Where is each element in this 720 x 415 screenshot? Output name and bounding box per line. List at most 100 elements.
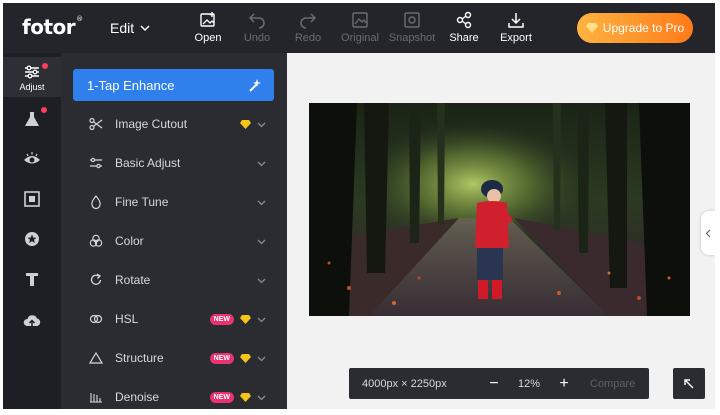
new-badge: NEW [209, 391, 234, 403]
redo-button[interactable]: Redo [283, 11, 333, 44]
one-tap-enhance-button[interactable]: 1-Tap Enhance [73, 69, 274, 101]
premium-diamond-icon [240, 314, 251, 324]
logo-text: fotor [22, 15, 76, 39]
eye-icon [24, 152, 40, 164]
chevron-down-icon [257, 395, 266, 400]
menu-item-structure[interactable]: Structure NEW [73, 339, 274, 377]
item-label: Basic Adjust [115, 156, 181, 170]
hsl-icon [89, 314, 103, 324]
tool-rail: Adjust [3, 53, 61, 409]
undo-label: Undo [243, 32, 271, 44]
notification-dot [42, 63, 48, 69]
diamond-icon [585, 23, 598, 33]
menu-item-image-cutout[interactable]: Image Cutout [73, 105, 274, 143]
edit-menu[interactable]: Edit [110, 20, 150, 36]
top-bar: fotor® Edit Open Undo Redo Original Snap… [3, 3, 715, 53]
undo-icon [248, 13, 265, 29]
rail-item-effects[interactable] [3, 99, 61, 139]
fit-to-screen-button[interactable] [673, 368, 705, 399]
undo-button[interactable]: Undo [232, 11, 282, 44]
upgrade-to-pro-button[interactable]: Upgrade to Pro [577, 13, 693, 43]
share-label: Share [449, 32, 479, 44]
share-button[interactable]: Share [439, 11, 489, 44]
rail-item-upload[interactable] [3, 301, 61, 341]
sticker-icon [25, 232, 39, 246]
editor-canvas: 4000px × 2250px − 12% + Compare [287, 53, 715, 409]
menu-item-denoise[interactable]: Denoise NEW [73, 378, 274, 409]
snapshot-label: Snapshot [388, 32, 436, 44]
item-meta: NEW [209, 391, 266, 403]
snapshot-button[interactable]: Snapshot [387, 11, 437, 44]
scissors-icon [89, 117, 103, 131]
premium-diamond-icon [240, 119, 251, 129]
new-badge: NEW [209, 352, 234, 364]
chevron-down-icon [257, 317, 266, 322]
item-label: Rotate [115, 273, 151, 287]
menu-item-fine-tune[interactable]: Fine Tune [73, 183, 274, 221]
share-icon [456, 11, 472, 29]
rail-item-stickers[interactable] [3, 219, 61, 259]
triangle-icon [89, 351, 103, 364]
chevron-down-icon [257, 200, 266, 205]
rail-item-frames[interactable] [3, 179, 61, 219]
item-meta [257, 198, 266, 207]
beaker-icon [25, 112, 39, 126]
color-circles-icon [89, 234, 103, 247]
item-meta: NEW [209, 313, 266, 325]
image-dimensions: 4000px × 2250px [362, 377, 447, 390]
redo-label: Redo [294, 32, 322, 44]
rail-item-adjust[interactable]: Adjust [3, 57, 61, 97]
zoom-bar: 4000px × 2250px − 12% + Compare [349, 368, 649, 399]
droplet-icon [91, 195, 101, 209]
chevron-down-icon [257, 278, 266, 283]
zoom-percentage: 12% [517, 377, 541, 390]
photo-image [309, 103, 690, 316]
sliders-icon [90, 157, 102, 169]
logo[interactable]: fotor® [22, 15, 83, 39]
menu-item-rotate[interactable]: Rotate [73, 261, 274, 299]
chevron-down-icon [257, 356, 266, 361]
chevron-left-icon [705, 229, 711, 237]
chevron-down-icon [257, 239, 266, 244]
magic-wand-icon [249, 79, 261, 92]
item-meta [240, 119, 266, 129]
rail-item-text[interactable] [3, 259, 61, 299]
menu-item-basic-adjust[interactable]: Basic Adjust [73, 144, 274, 182]
new-badge: NEW [209, 313, 234, 325]
item-label: Color [115, 234, 144, 248]
export-label: Export [500, 32, 532, 44]
zoom-out-button[interactable]: − [484, 375, 504, 393]
premium-diamond-icon [240, 392, 251, 402]
item-label: HSL [115, 312, 139, 326]
item-label: Structure [115, 351, 164, 365]
menu-item-color[interactable]: Color [73, 222, 274, 260]
item-meta [257, 276, 266, 285]
snapshot-icon [404, 12, 420, 28]
zoom-in-button[interactable]: + [554, 375, 574, 393]
rail-item-beauty[interactable] [3, 139, 61, 179]
compare-button[interactable]: Compare [590, 378, 635, 390]
open-button[interactable]: Open [183, 11, 233, 44]
text-icon [26, 273, 38, 286]
item-label: Fine Tune [115, 195, 169, 209]
photo-preview[interactable] [309, 103, 690, 316]
item-meta [257, 237, 266, 246]
cloud-upload-icon [23, 315, 41, 327]
upgrade-label: Upgrade to Pro [602, 21, 685, 35]
original-label: Original [341, 32, 379, 44]
rotate-icon [90, 273, 102, 285]
app-window: fotor® Edit Open Undo Redo Original Snap… [3, 3, 715, 409]
denoise-icon [90, 393, 102, 403]
item-label: Image Cutout [115, 117, 188, 131]
adjust-panel: 1-Tap Enhance Image Cutout Basic Adjust … [61, 53, 287, 409]
export-button[interactable]: Export [491, 11, 541, 44]
item-label: Denoise [115, 390, 160, 404]
frame-icon [24, 191, 40, 207]
original-button[interactable]: Original [335, 11, 385, 44]
menu-item-hsl[interactable]: HSL NEW [73, 300, 274, 338]
redo-icon [300, 13, 317, 29]
rail-adjust-label: Adjust [19, 81, 45, 92]
download-icon [508, 13, 524, 28]
collapse-panel-handle[interactable] [701, 211, 715, 255]
edit-label: Edit [110, 20, 135, 36]
